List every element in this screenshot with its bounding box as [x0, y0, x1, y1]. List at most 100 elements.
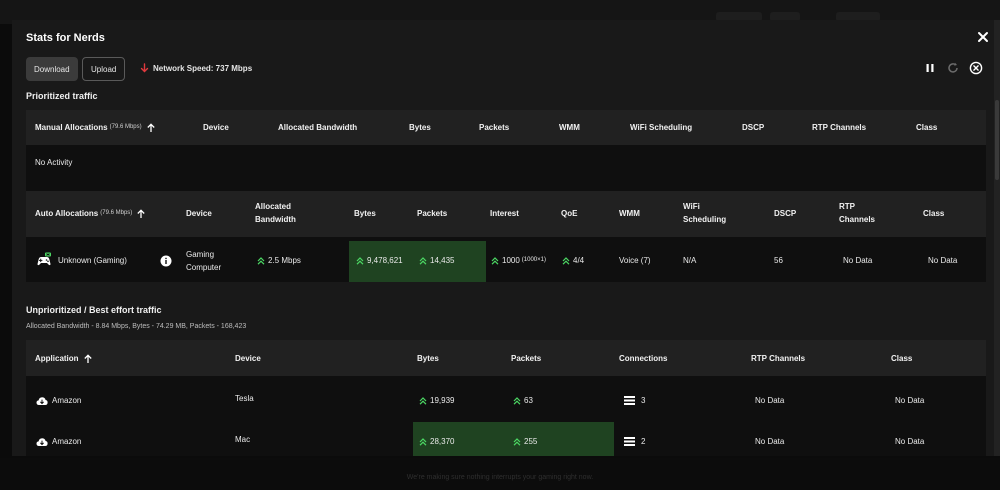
header-allocated-bandwidth: Allocated Bandwidth [278, 123, 358, 132]
row-class: No Data [895, 437, 925, 446]
unprioritized-header-row [26, 340, 986, 376]
manual-allocations-header[interactable]: Manual Allocations (79.6 Mbps) [35, 121, 156, 134]
row-bytes-value: 19,939 [430, 396, 455, 405]
header-bytes: Bytes [354, 209, 376, 218]
cloud-icon [36, 396, 48, 405]
table-row[interactable]: Unknown (Gaming) [36, 252, 127, 268]
header-wifi-line1: WiFi [683, 202, 700, 211]
no-activity-text: No Activity [35, 158, 73, 167]
double-chevron-up-icon [257, 256, 265, 265]
header-rtp-line2: Channels [839, 215, 876, 224]
double-chevron-up-icon [491, 256, 499, 265]
header-packets: Packets [479, 123, 510, 132]
unprioritized-traffic-title: Unprioritized / Best effort traffic [26, 305, 162, 315]
header-application[interactable]: Application [35, 352, 93, 365]
auto-row-qoe-value: 4/4 [573, 256, 585, 265]
dialog-title: Stats for Nerds [26, 32, 105, 44]
auto-row-bytes-value: 9,478,621 [367, 256, 403, 265]
double-chevron-up-icon [513, 396, 521, 405]
header-allocated-line1: Allocated [255, 202, 292, 211]
header-rtp-channels: RTP Channels [812, 123, 867, 132]
header-allocated-line2: Bandwidth [255, 215, 296, 224]
header-interest: Interest [490, 209, 519, 218]
row-bytes: 28,370 [419, 435, 454, 448]
auto-allocations-header[interactable]: Auto Allocations (79.6 Mbps) [35, 207, 146, 220]
stop-circle-icon[interactable] [969, 61, 983, 75]
double-chevron-up-icon [513, 437, 521, 446]
header-connections: Connections [619, 354, 668, 363]
gamepad-icon [37, 252, 51, 266]
header-application-label: Application [35, 354, 79, 363]
manual-allocations-label: Manual Allocations [35, 123, 108, 132]
auto-row-device-line1: Gaming [186, 250, 215, 259]
header-bytes: Bytes [409, 123, 431, 132]
header-allocated-bandwidth: Allocated Bandwidth [255, 200, 296, 226]
header-dscp: DSCP [742, 123, 765, 132]
scrollbar-thumb[interactable] [995, 100, 999, 180]
auto-row-interest-value: 1000 [502, 256, 520, 265]
header-rtp-channels: RTP Channels [751, 354, 806, 363]
double-chevron-up-icon [419, 256, 427, 265]
upload-tab-button[interactable]: Upload [82, 57, 126, 81]
refresh-icon[interactable] [946, 61, 960, 75]
header-class: Class [891, 354, 913, 363]
prioritized-traffic-title: Prioritized traffic [26, 91, 98, 101]
double-chevron-up-icon [419, 437, 427, 446]
download-tab-button[interactable]: Download [26, 57, 78, 81]
header-rtp-line1: RTP [839, 202, 855, 211]
row-rtp: No Data [755, 396, 785, 405]
close-icon[interactable] [974, 28, 992, 46]
row-packets: 63 [513, 394, 533, 407]
table-row[interactable]: Amazon [36, 435, 81, 448]
row-rtp: No Data [755, 437, 785, 446]
background-footer-hint: We're making sure nothing interrupts you… [406, 474, 594, 481]
sort-up-arrow-icon[interactable] [136, 208, 146, 219]
auto-row-packets-value: 14,435 [430, 256, 455, 265]
header-wmm: WMM [619, 209, 640, 218]
header-device: Device [235, 354, 261, 363]
row-class: No Data [895, 396, 925, 405]
auto-row-dscp: 56 [774, 256, 783, 265]
download-arrow-icon [140, 63, 149, 73]
header-device: Device [186, 209, 212, 218]
row-packets: 255 [513, 435, 537, 448]
header-dscp: DSCP [774, 209, 797, 218]
double-chevron-up-icon [562, 256, 570, 265]
auto-row-wifi: N/A [683, 256, 697, 265]
manual-allocations-bandwidth: (79.6 Mbps) [109, 124, 142, 130]
auto-allocations-label: Auto Allocations [35, 209, 99, 218]
manual-allocations-body [26, 145, 986, 191]
list-icon [624, 396, 635, 405]
stats-for-nerds-dialog: Stats for Nerds Download Upload Network … [12, 20, 1000, 456]
double-chevron-up-icon [419, 396, 427, 405]
row-packets-value: 63 [524, 396, 533, 405]
header-class: Class [916, 123, 938, 132]
table-row[interactable]: Amazon [36, 394, 81, 407]
unprioritized-summary: Allocated Bandwidth - 8.84 Mbps, Bytes -… [26, 323, 247, 330]
auto-row-name: Unknown (Gaming) [58, 255, 127, 265]
header-packets: Packets [511, 354, 542, 363]
row-connections-value: 3 [641, 396, 646, 405]
scrollbar[interactable] [994, 20, 1000, 456]
auto-row-interest: 1000 (1000×1) [491, 254, 546, 267]
header-device: Device [203, 123, 229, 132]
sort-up-arrow-icon[interactable] [83, 353, 93, 364]
row-device: Tesla [235, 394, 254, 403]
header-wmm: WMM [559, 123, 580, 132]
row-application: Amazon [52, 396, 82, 405]
double-chevron-up-icon [356, 256, 364, 265]
header-wifi-line2: Scheduling [683, 215, 727, 224]
network-speed-label: Network Speed: 737 Mbps [153, 63, 253, 73]
header-wifi-scheduling: WiFi Scheduling [683, 200, 726, 226]
auto-row-bandwidth-value: 2.5 Mbps [268, 256, 301, 265]
header-bytes: Bytes [417, 354, 439, 363]
sort-up-arrow-icon[interactable] [146, 122, 156, 133]
header-class: Class [923, 209, 945, 218]
auto-row-device: Gaming Computer [186, 248, 221, 274]
list-icon [624, 437, 635, 446]
pause-icon[interactable] [923, 61, 937, 75]
row-connections: 2 [624, 435, 645, 448]
auto-allocations-bandwidth: (79.6 Mbps) [100, 210, 133, 216]
header-rtp-channels: RTP Channels [839, 200, 875, 226]
info-icon[interactable] [160, 255, 172, 267]
